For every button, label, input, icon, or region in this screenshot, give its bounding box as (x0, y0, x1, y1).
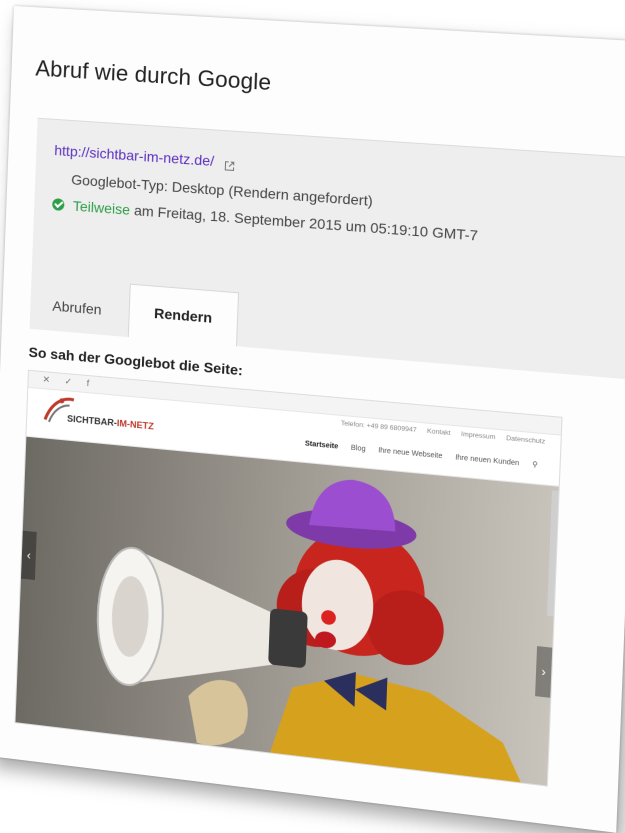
check-circle-icon (52, 198, 65, 211)
rendered-page-preview: ✕ ✓ f SICHTBAR-IM-NETZ Telefon: +49 89 6… (14, 369, 563, 787)
url-link[interactable]: http://sichtbar-im-netz.de/ (54, 142, 214, 169)
page-title: Abruf wie durch Google (35, 55, 272, 96)
logo-text-right: IM-NETZ (116, 418, 155, 432)
tab-rendern[interactable]: Rendern (127, 283, 239, 347)
nav-neue-webseite[interactable]: Ihre neue Webseite (378, 447, 443, 460)
nav-blog[interactable]: Blog (351, 445, 366, 454)
nav-startseite[interactable]: Startseite (305, 440, 339, 450)
tab-abrufen[interactable]: Abrufen (30, 279, 125, 337)
datenschutz-link[interactable]: Datenschutz (506, 435, 545, 446)
impressum-link[interactable]: Impressum (461, 431, 496, 441)
external-link-icon[interactable] (224, 158, 235, 169)
fetch-result-panel: http://sichtbar-im-netz.de/ Googlebot-Ty… (29, 117, 625, 380)
carousel-prev-button[interactable]: ‹ (20, 530, 37, 581)
status-row: Teilweise am Freitag, 18. September 2015… (52, 196, 478, 244)
site-logo[interactable]: SICHTBAR-IM-NETZ (67, 413, 154, 431)
status-timestamp: am Freitag, 18. September 2015 um 05:19:… (133, 202, 479, 244)
phone-text: Telefon: +49 89 6809947 (340, 419, 417, 435)
contact-link[interactable]: Kontakt (427, 428, 451, 437)
status-badge: Teilweise (72, 197, 131, 218)
hero-image-clown-megaphone (15, 436, 559, 787)
carousel-next-button[interactable]: › (535, 646, 553, 698)
social-icons: ✕ ✓ f (42, 374, 96, 389)
fetch-as-google-card: Abruf wie durch Google http://sichtbar-i… (0, 6, 625, 833)
search-icon[interactable]: ⚲ (532, 461, 538, 469)
nav-neue-kunden[interactable]: Ihre neuen Kunden (455, 454, 519, 467)
url-row: http://sichtbar-im-netz.de/ (54, 142, 235, 171)
